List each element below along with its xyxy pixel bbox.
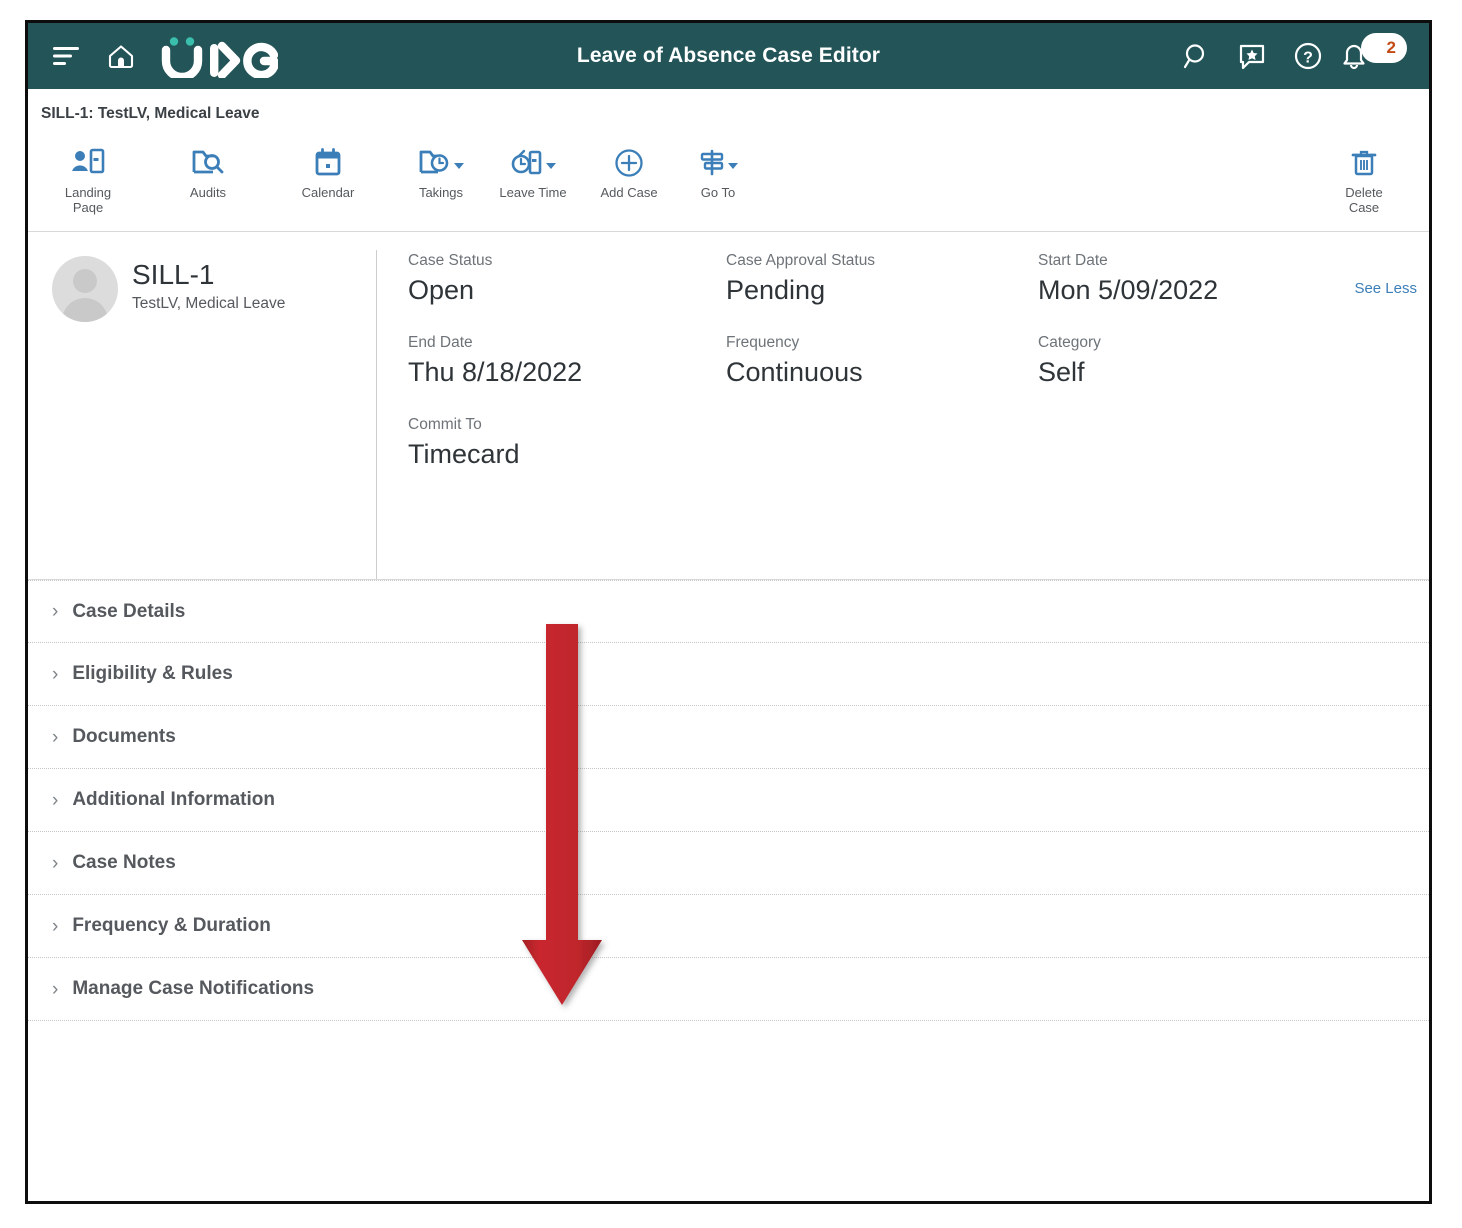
field-label: Case Approval Status (726, 250, 1038, 272)
section-documents[interactable]: › Documents (28, 706, 1429, 769)
field-label: Case Status (408, 250, 726, 272)
breadcrumb: SILL-1: TestLV, Medical Leave (28, 89, 1429, 136)
toolbar-takings-button[interactable]: Takings (410, 136, 472, 200)
field-end-date: End Date Thu 8/18/2022 (408, 332, 726, 414)
app-header-bar: UKG Leave of Absence Case Editor (28, 23, 1429, 89)
toolbar-go-to-button[interactable]: Go To (690, 136, 746, 200)
section-manage-case-notifications[interactable]: › Manage Case Notifications (28, 958, 1429, 1021)
toolbar-item-label: Leave Time (499, 185, 566, 200)
field-value: Timecard (408, 436, 726, 472)
chevron-right-icon: › (52, 665, 58, 684)
landing-page-icon (71, 142, 105, 184)
chevron-right-icon: › (52, 728, 58, 747)
field-category: Category Self (1038, 332, 1338, 414)
action-toolbar: Landing Paqe Audits (28, 136, 1429, 232)
toolbar-audits-button[interactable]: Audits (176, 136, 240, 200)
header-right-group: ? 2 (1171, 31, 1413, 81)
hamburger-menu-icon[interactable] (40, 29, 94, 83)
toolbar-item-label: Takings (419, 185, 463, 200)
field-label: Commit To (408, 414, 726, 436)
takings-clock-icon (418, 142, 464, 184)
section-frequency-duration[interactable]: › Frequency & Duration (28, 895, 1429, 958)
field-label: Frequency (726, 332, 1038, 354)
svg-text:?: ? (1303, 50, 1313, 67)
case-fields-row-3: Commit To Timecard (408, 414, 1429, 496)
toolbar-item-label: Delete Case (1345, 185, 1383, 215)
section-additional-information[interactable]: › Additional Information (28, 769, 1429, 832)
field-value: Continuous (726, 354, 1038, 390)
case-id-block: SILL-1 TestLV, Medical Leave (132, 256, 285, 313)
toolbar-leave-time-button[interactable]: Leave Time (490, 136, 576, 200)
chevron-right-icon: › (52, 602, 58, 621)
trash-icon (1350, 142, 1378, 184)
add-circle-icon (613, 142, 645, 184)
application-window: UKG Leave of Absence Case Editor (25, 20, 1432, 1204)
field-frequency: Frequency Continuous (726, 332, 1038, 414)
case-fields-row-1: Case Status Open Case Approval Status Pe… (408, 250, 1429, 332)
field-value: Mon 5/09/2022 (1038, 272, 1338, 308)
ukg-logo[interactable]: UKG (156, 34, 278, 78)
calendar-icon (314, 142, 342, 184)
section-label: Additional Information (72, 789, 275, 811)
leave-time-icon (510, 142, 556, 184)
section-label: Eligibility & Rules (72, 663, 232, 685)
toolbar-landing-page-button[interactable]: Landing Paqe (52, 136, 124, 215)
toolbar-calendar-button[interactable]: Calendar (292, 136, 364, 200)
avatar-head (73, 269, 97, 293)
chevron-right-icon: › (52, 980, 58, 999)
toolbar-item-label: Calendar (302, 185, 355, 200)
field-label: End Date (408, 332, 726, 354)
toolbar-item-label: Add Case (600, 185, 657, 200)
see-less-link[interactable]: See Less (1354, 280, 1417, 297)
chevron-right-icon: › (52, 917, 58, 936)
toolbar-item-label: Go To (701, 185, 735, 200)
field-value: Pending (726, 272, 1038, 308)
field-value: Thu 8/18/2022 (408, 354, 726, 390)
field-case-approval-status: Case Approval Status Pending (726, 250, 1038, 332)
feedback-flag-icon[interactable] (1227, 31, 1277, 81)
audits-search-icon (191, 142, 225, 184)
toolbar-item-label: Audits (190, 185, 226, 200)
search-icon[interactable] (1171, 31, 1221, 81)
help-question-icon[interactable]: ? (1283, 31, 1333, 81)
home-icon[interactable] (94, 29, 148, 83)
case-id: SILL-1 (132, 258, 285, 292)
case-fields-block: See Less Case Status Open Case Approval … (376, 250, 1429, 579)
avatar-body (62, 298, 108, 322)
notification-badge: 2 (1361, 33, 1407, 63)
case-subtitle: TestLV, Medical Leave (132, 295, 285, 313)
field-value: Self (1038, 354, 1338, 390)
field-start-date: Start Date Mon 5/09/2022 (1038, 250, 1338, 332)
field-case-status: Case Status Open (408, 250, 726, 332)
section-label: Manage Case Notifications (72, 978, 314, 1000)
case-identity-block: SILL-1 TestLV, Medical Leave (28, 250, 376, 579)
case-summary-panel: SILL-1 TestLV, Medical Leave See Less Ca… (28, 232, 1429, 580)
chevron-down-icon[interactable] (454, 163, 464, 169)
field-label: Start Date (1038, 250, 1338, 272)
field-value: Open (408, 272, 726, 308)
case-sections-accordion: › Case Details › Eligibility & Rules › D… (28, 580, 1429, 1021)
chevron-right-icon: › (52, 791, 58, 810)
section-case-notes[interactable]: › Case Notes (28, 832, 1429, 895)
section-label: Case Details (72, 601, 185, 623)
chevron-right-icon: › (52, 854, 58, 873)
toolbar-delete-case-button[interactable]: Delete Case (1329, 136, 1399, 215)
field-commit-to: Commit To Timecard (408, 414, 726, 496)
chevron-down-icon[interactable] (728, 163, 738, 169)
toolbar-add-case-button[interactable]: Add Case (590, 136, 668, 200)
section-label: Case Notes (72, 852, 176, 874)
chevron-down-icon[interactable] (546, 163, 556, 169)
notifications-button[interactable]: 2 (1339, 31, 1413, 81)
section-label: Frequency & Duration (72, 915, 270, 937)
user-avatar-placeholder (52, 256, 118, 322)
field-label: Category (1038, 332, 1338, 354)
section-case-details[interactable]: › Case Details (28, 580, 1429, 643)
section-label: Documents (72, 726, 175, 748)
go-to-signpost-icon (698, 142, 738, 184)
case-fields-row-2: End Date Thu 8/18/2022 Frequency Continu… (408, 332, 1429, 414)
toolbar-item-label: Landing Paqe (65, 185, 111, 215)
header-left-group: UKG (40, 29, 278, 83)
section-eligibility-rules[interactable]: › Eligibility & Rules (28, 643, 1429, 706)
